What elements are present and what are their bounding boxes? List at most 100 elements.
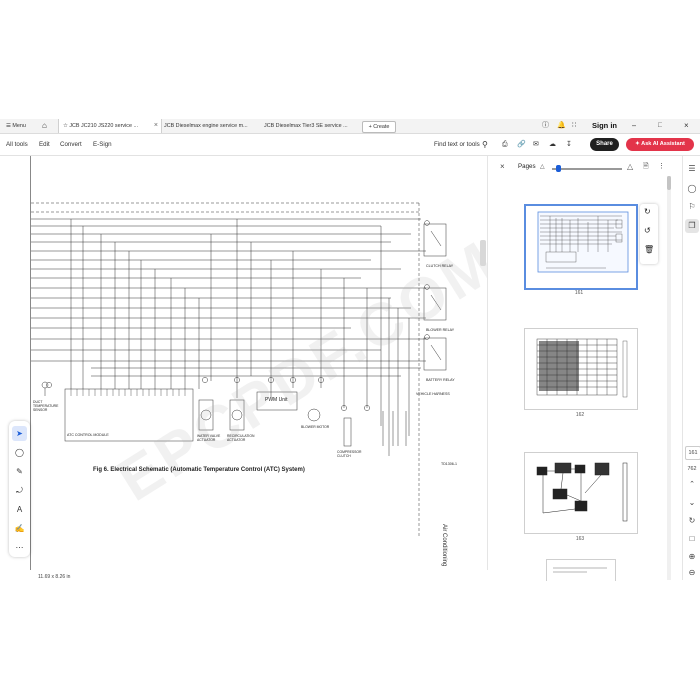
close-panel-icon[interactable]: × <box>500 162 505 171</box>
pages-scrollbar-track[interactable] <box>667 176 671 580</box>
maximize-icon[interactable]: □ <box>658 119 662 133</box>
pages-title: Pages <box>518 163 536 170</box>
star-icon[interactable]: ☆ <box>63 123 68 129</box>
thumbnail-164-preview <box>553 567 607 573</box>
tab-2-label: JCB Dieselmax engine service m... <box>164 123 248 129</box>
vehicle-harness-label: VEHICLE HARNESS <box>416 392 450 396</box>
reference-code: TD1306-1 <box>441 462 457 466</box>
page-size-label: 11.69 x 8.26 in <box>38 574 71 580</box>
slider-handle[interactable] <box>556 165 561 172</box>
total-pages-label: 762 <box>687 466 697 472</box>
rotate-clockwise-icon[interactable]: ↻ <box>644 207 651 216</box>
tab-3-label: JCB Dieselmax Tier3 SE service ... <box>264 123 348 129</box>
tab-document-2[interactable]: JCB Dieselmax engine service m... <box>162 119 258 133</box>
tab-document-1[interactable]: ☆ JCB JC210 JS220 service ... × <box>58 119 162 133</box>
text-box-icon[interactable]: A <box>12 502 27 517</box>
document-page: EPCPDF.COM CLUTCH RELAY BLOWER RELAY BAT… <box>30 156 487 570</box>
pages-scrollbar-thumb[interactable] <box>667 176 671 190</box>
minimize-icon[interactable]: – <box>632 119 636 133</box>
find-text-button[interactable]: Find text or tools <box>434 134 480 155</box>
tab-bar: ☰ Menu ⌂ ☆ JCB JC210 JS220 service ... ×… <box>0 119 700 134</box>
help-icon[interactable]: ⓘ <box>542 119 549 133</box>
side-heading: Air Conditioning <box>441 524 447 567</box>
document-scrollbar[interactable] <box>480 240 486 266</box>
clutch-relay-label: CLUTCH RELAY <box>426 264 454 268</box>
create-label: Create <box>373 124 390 130</box>
signature-icon[interactable]: ✍ <box>12 521 27 536</box>
battery-relay-label: BATTERY RELAY <box>426 378 455 382</box>
select-cursor-icon[interactable]: ➤ <box>12 426 27 441</box>
compressor-label: COMPRESSOR CLUTCH <box>337 450 362 458</box>
bookmark-icon[interactable]: ⚐ <box>685 200 699 214</box>
refresh-icon[interactable]: ↻ <box>685 514 699 528</box>
page-up-icon[interactable]: ⌃ <box>685 478 699 492</box>
blower-relay-label: BLOWER RELAY <box>426 328 455 332</box>
tab-document-3[interactable]: JCB Dieselmax Tier3 SE service ... <box>262 119 360 133</box>
insert-page-icon[interactable]: 🗎 <box>643 162 649 173</box>
thumbnail-163-preview <box>536 462 628 522</box>
panel-more-icon[interactable]: ⋮ <box>658 162 665 170</box>
upload-cloud-icon[interactable]: ☁ <box>549 134 556 155</box>
page-thumbnail-161[interactable] <box>524 204 638 290</box>
apps-icon[interactable]: ∷ <box>572 119 576 133</box>
thumbnail-size-slider[interactable] <box>552 165 622 172</box>
page-label-163: 163 <box>575 536 585 542</box>
zoom-out-icon[interactable]: ⊖ <box>685 566 699 580</box>
edit-menu[interactable]: Edit <box>39 134 50 155</box>
convert-menu[interactable]: Convert <box>60 134 82 155</box>
all-tools-menu[interactable]: All tools <box>6 134 28 155</box>
zoom-in-icon[interactable]: ⊕ <box>685 550 699 564</box>
ai-summary-icon[interactable]: ☰ <box>685 162 699 176</box>
link-icon[interactable]: 🔗 <box>517 134 526 155</box>
page-label-161: 161 <box>574 290 584 296</box>
bell-icon[interactable]: 🔔 <box>557 119 566 133</box>
sign-in-link[interactable]: Sign in <box>592 119 617 133</box>
document-viewport[interactable]: EPCPDF.COM CLUTCH RELAY BLOWER RELAY BAT… <box>0 156 488 570</box>
page-thumbnail-162[interactable] <box>524 328 638 410</box>
pages-thumbnail-icon[interactable]: ❐ <box>685 219 699 233</box>
page-label-162: 162 <box>575 412 585 418</box>
thumbnail-actions: ↻ ↺ 🗑 <box>640 204 658 264</box>
create-tab-button[interactable]: + Create <box>362 121 396 133</box>
comments-icon[interactable]: ◯ <box>685 182 699 196</box>
menu-label: Menu <box>12 123 26 129</box>
figure-caption: Fig 6. Electrical Schematic (Automatic T… <box>93 467 305 473</box>
menu-button[interactable]: ☰ Menu <box>6 119 26 133</box>
page-thumbnail-163[interactable] <box>524 452 638 534</box>
page-down-icon[interactable]: ⌄ <box>685 496 699 510</box>
rotate-counterclockwise-icon[interactable]: ↺ <box>644 226 651 235</box>
zoom-in-mountain-icon[interactable]: △ <box>627 162 633 171</box>
more-icon[interactable]: ⋯ <box>12 540 27 555</box>
print-icon[interactable]: ⎙ <box>502 134 508 155</box>
home-icon[interactable]: ⌂ <box>42 119 47 133</box>
ask-ai-label: Ask AI Assistant <box>641 141 685 147</box>
zoom-out-mountain-icon[interactable]: △ <box>540 163 545 170</box>
right-rail: ☰ ◯ ⚐ ❐ 161 762 ⌃ ⌄ ↻ □ ⊕ ⊖ <box>682 156 700 580</box>
pages-panel: × Pages △ △ 🗎 ⋮ 161 ↻ ↺ 🗑 162 163 <box>494 156 674 581</box>
pencil-icon[interactable]: ✎ <box>12 464 27 479</box>
page-thumbnail-164[interactable] <box>546 559 616 581</box>
recirculation-label: RECIRCULATION ACTUATOR <box>227 434 255 442</box>
esign-menu[interactable]: E-Sign <box>93 134 112 155</box>
atc-module-label: ATC CONTROL MODULE <box>67 433 109 437</box>
current-page-input[interactable]: 161 <box>685 446 700 460</box>
ask-ai-button[interactable]: ✦ Ask AI Assistant <box>626 138 694 151</box>
water-valve-label: WATER VALVE ACTUATOR <box>197 434 221 442</box>
lasso-icon[interactable]: ⤾ <box>12 483 27 498</box>
delete-page-icon[interactable]: 🗑 <box>644 245 654 254</box>
thumbnail-161-preview <box>537 211 629 273</box>
fit-page-icon[interactable]: □ <box>685 532 699 546</box>
tab-1-label: JCB JC210 JS220 service ... <box>69 123 138 129</box>
main-toolbar: All tools Edit Convert E-Sign Find text … <box>0 134 700 156</box>
search-icon[interactable]: ⚲ <box>482 134 488 155</box>
quick-tools-palette: ➤ ◯ ✎ ⤾ A ✍ ⋯ <box>9 421 30 557</box>
close-icon[interactable]: × <box>154 119 158 133</box>
pwm-unit-label: PWM Unit <box>265 397 288 403</box>
window-close-icon[interactable]: × <box>684 119 689 133</box>
comment-icon[interactable]: ◯ <box>12 445 27 460</box>
download-icon[interactable]: ↧ <box>566 134 572 155</box>
status-bar: 11.69 x 8.26 in <box>0 570 487 584</box>
email-icon[interactable]: ✉ <box>533 134 539 155</box>
share-button[interactable]: Share <box>590 138 619 151</box>
thumbnail-162-preview <box>536 338 628 398</box>
